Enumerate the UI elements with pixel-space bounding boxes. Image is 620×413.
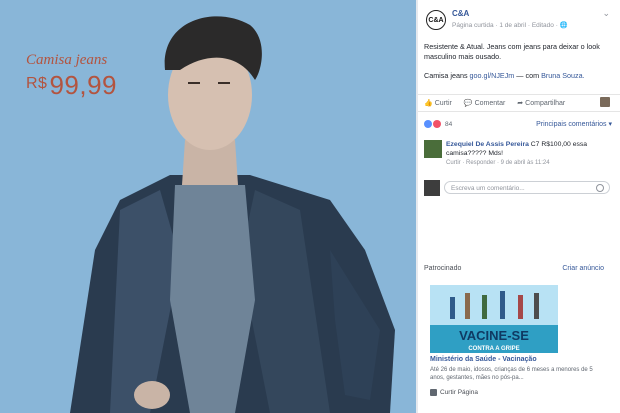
price-currency: R$ bbox=[26, 75, 48, 92]
thumbs-up-icon bbox=[430, 389, 437, 396]
commenter-avatar[interactable] bbox=[424, 140, 442, 158]
comment-sort-dropdown[interactable]: Principais comentários ▾ bbox=[536, 120, 612, 128]
sponsored-ad-image[interactable]: VACINE-SE CONTRA A GRIPE bbox=[430, 285, 558, 353]
comment-icon: 💬 bbox=[463, 100, 473, 107]
chevron-down-icon[interactable]: ⌄ bbox=[602, 8, 610, 19]
post-meta: Página curtida · 1 de abril · Editado · … bbox=[452, 22, 568, 29]
comment-input[interactable]: Escreva um comentário... bbox=[444, 181, 610, 194]
write-comment-row: Escreva um comentário... bbox=[424, 180, 612, 196]
camera-icon[interactable] bbox=[596, 184, 604, 192]
viewer-avatar[interactable] bbox=[600, 97, 610, 107]
like-icon: 👍 bbox=[424, 100, 433, 107]
page-name-link[interactable]: C&A bbox=[452, 9, 469, 18]
reactions-summary[interactable]: 84 bbox=[424, 120, 452, 128]
with-text: — com bbox=[516, 71, 540, 80]
viewer-comment-avatar bbox=[424, 180, 440, 196]
like-button[interactable]: 👍 Curtir bbox=[424, 99, 452, 108]
share-button[interactable]: ➦ Compartilhar bbox=[517, 99, 566, 108]
comment-label: Comentar bbox=[474, 99, 506, 107]
ad-image-headline: VACINE-SE bbox=[459, 328, 529, 343]
create-ad-link[interactable]: Criar anúncio bbox=[562, 265, 604, 272]
like-page-label: Curtir Página bbox=[440, 389, 478, 396]
product-price: R$99,99 bbox=[26, 70, 117, 101]
like-label: Curtir bbox=[434, 99, 452, 107]
post-actions-bar: 👍 Curtir 💬 Comentar ➦ Compartilhar bbox=[418, 94, 620, 112]
post-text: Resistente & Atual. Jeans com jeans para… bbox=[424, 42, 600, 61]
ad-image-subhead: CONTRA A GRIPE bbox=[468, 346, 519, 352]
comment-meta[interactable]: Curtir · Responder · 9 de abril às 11:24 bbox=[446, 159, 612, 168]
product-label: Camisa jeans bbox=[26, 52, 108, 68]
comment-button[interactable]: 💬 Comentar bbox=[463, 99, 506, 108]
post-panel: C&A C&A Página curtida · 1 de abril · Ed… bbox=[418, 0, 620, 413]
like-page-button[interactable]: Curtir Página bbox=[430, 389, 478, 396]
product-link[interactable]: goo.gl/NJEJm bbox=[470, 71, 515, 80]
love-reaction-icon bbox=[433, 120, 441, 128]
like-reaction-icon bbox=[424, 120, 432, 128]
page-avatar[interactable]: C&A bbox=[426, 10, 446, 30]
sponsored-heading: Patrocinado bbox=[424, 265, 462, 272]
share-label: Compartilhar bbox=[525, 99, 566, 107]
tagged-person-link[interactable]: Bruna Souza. bbox=[541, 71, 585, 80]
post-product-line: Camisa jeans goo.gl/NJEJm — com Bruna So… bbox=[424, 71, 614, 80]
comment-body: Ezequiel De Assis Pereira C7 R$100,00 es… bbox=[446, 140, 612, 168]
reaction-count: 84 bbox=[445, 120, 453, 128]
price-value: 99,99 bbox=[49, 70, 118, 100]
share-icon: ➦ bbox=[517, 100, 524, 107]
commenter-name[interactable]: Ezequiel De Assis Pereira bbox=[446, 141, 529, 148]
ad-photo: Camisa jeans R$99,99 bbox=[0, 0, 416, 413]
ad-title-link[interactable]: Ministério da Saúde - Vacinação bbox=[430, 356, 537, 363]
ad-description: Até 26 de maio, idosos, crianças de 6 me… bbox=[430, 367, 593, 381]
vaccine-ad-graphic: VACINE-SE CONTRA A GRIPE bbox=[430, 285, 558, 353]
product-line-text: Camisa jeans bbox=[424, 71, 468, 80]
